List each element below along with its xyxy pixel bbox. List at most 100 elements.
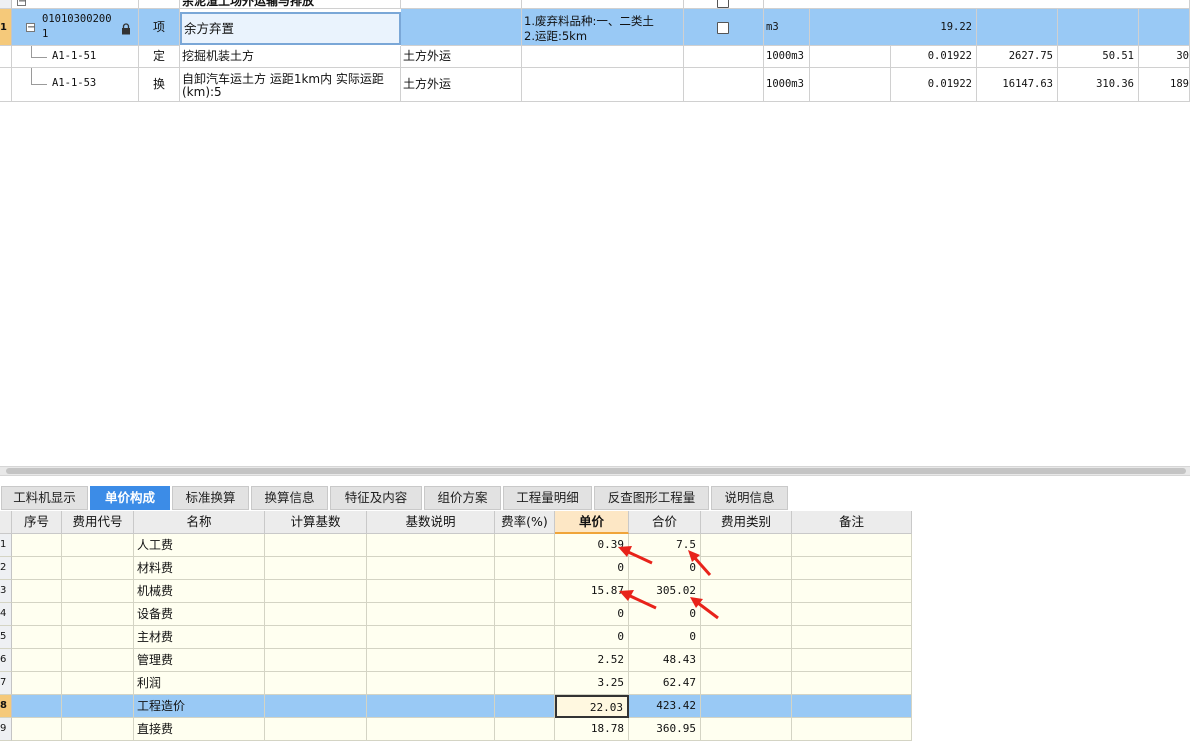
- calc-base-cell[interactable]: [265, 557, 367, 580]
- rate-cell[interactable]: [495, 695, 555, 718]
- fee-code-cell[interactable]: [62, 649, 134, 672]
- rate-cell[interactable]: [495, 603, 555, 626]
- row-header[interactable]: [0, 46, 12, 68]
- remark-cell[interactable]: [792, 718, 912, 741]
- bill-item-name[interactable]: 余泥渣土场外运输与排放: [180, 0, 401, 9]
- tab-conversion-info[interactable]: 换算信息: [251, 486, 328, 510]
- calc-base-cell[interactable]: [265, 672, 367, 695]
- fee-category-cell[interactable]: [701, 649, 792, 672]
- tab-pricing-scheme[interactable]: 组价方案: [424, 486, 501, 510]
- fee-code-cell[interactable]: [62, 695, 134, 718]
- total-price-cell[interactable]: 423.42: [629, 695, 701, 718]
- item-name-input[interactable]: 余方弃置: [180, 12, 401, 45]
- calc-base-cell[interactable]: [265, 603, 367, 626]
- total-price-cell[interactable]: 0: [629, 603, 701, 626]
- calc-base-cell[interactable]: [265, 718, 367, 741]
- total-price-cell[interactable]: 0: [629, 557, 701, 580]
- fee-category-cell[interactable]: [701, 603, 792, 626]
- base-desc-cell[interactable]: [367, 626, 495, 649]
- fee-code-cell[interactable]: [62, 534, 134, 557]
- item-quantity[interactable]: 19.22: [810, 9, 977, 46]
- fee-name[interactable]: 工程造价: [134, 695, 265, 718]
- tab-standard-conversion[interactable]: 标准换算: [172, 486, 249, 510]
- remark-cell[interactable]: [792, 603, 912, 626]
- tab-unit-price-composition[interactable]: 单价构成: [90, 486, 170, 510]
- row-number[interactable]: 1: [0, 534, 12, 557]
- collapse-toggle-icon[interactable]: −: [26, 23, 35, 33]
- fee-code-cell[interactable]: [62, 626, 134, 649]
- row-number[interactable]: 5: [0, 626, 12, 649]
- code-cell[interactable]: −: [12, 0, 139, 9]
- fee-code-cell[interactable]: [62, 718, 134, 741]
- unit-price-cell[interactable]: 3.25: [555, 672, 629, 695]
- quota-price[interactable]: 2627.75: [977, 46, 1058, 68]
- quota-total[interactable]: 310.36: [1058, 68, 1139, 102]
- row-number[interactable]: 6: [0, 649, 12, 672]
- rate-cell[interactable]: [495, 557, 555, 580]
- remark-cell[interactable]: [792, 695, 912, 718]
- scrollbar-thumb[interactable]: [6, 468, 1186, 474]
- item-checkbox[interactable]: [717, 22, 729, 34]
- seq-cell[interactable]: [12, 718, 62, 741]
- tab-quantity-detail[interactable]: 工程量明细: [503, 486, 592, 510]
- base-desc-cell[interactable]: [367, 649, 495, 672]
- item-features[interactable]: 1.废弃料品种:一、二类土 2.运距:5km: [522, 9, 684, 46]
- seq-cell[interactable]: [12, 672, 62, 695]
- fee-name[interactable]: 主材费: [134, 626, 265, 649]
- unit-price-cell[interactable]: 18.78: [555, 718, 629, 741]
- col-header-name[interactable]: 名称: [134, 511, 265, 534]
- rate-cell[interactable]: [495, 649, 555, 672]
- remark-cell[interactable]: [792, 649, 912, 672]
- quota-unit[interactable]: 1000m3: [764, 68, 810, 102]
- quota-extra[interactable]: 30: [1139, 46, 1190, 68]
- tab-labor-material-machine[interactable]: 工料机显示: [1, 486, 88, 510]
- unit-price-cell[interactable]: 15.87: [555, 580, 629, 603]
- quota-quantity[interactable]: 0.01922: [891, 46, 977, 68]
- fee-code-cell[interactable]: [62, 603, 134, 626]
- quota-name[interactable]: 自卸汽车运土方 运距1km内 实际运距 (km):5: [180, 68, 401, 102]
- col-header-total[interactable]: 合价: [629, 511, 701, 534]
- fee-category-cell[interactable]: [701, 626, 792, 649]
- remark-cell[interactable]: [792, 534, 912, 557]
- unit-price-cell[interactable]: 22.03: [555, 695, 629, 718]
- tab-features-content[interactable]: 特征及内容: [330, 486, 422, 510]
- bill-code-cell[interactable]: − 01010300200 1: [12, 9, 139, 46]
- calc-base-cell[interactable]: [265, 649, 367, 672]
- remark-cell[interactable]: [792, 672, 912, 695]
- unit-price-cell[interactable]: 0: [555, 557, 629, 580]
- fee-name[interactable]: 直接费: [134, 718, 265, 741]
- total-price-cell[interactable]: 62.47: [629, 672, 701, 695]
- base-desc-cell[interactable]: [367, 695, 495, 718]
- rate-cell[interactable]: [495, 718, 555, 741]
- quota-total[interactable]: 50.51: [1058, 46, 1139, 68]
- total-price-cell[interactable]: 360.95: [629, 718, 701, 741]
- quota-price[interactable]: 16147.63: [977, 68, 1058, 102]
- row-number[interactable]: 4: [0, 603, 12, 626]
- horizontal-scrollbar[interactable]: [0, 466, 1190, 476]
- item-type[interactable]: 换: [139, 68, 180, 102]
- fee-code-cell[interactable]: [62, 580, 134, 603]
- lock-checkbox[interactable]: [717, 0, 729, 8]
- calc-base-cell[interactable]: [265, 626, 367, 649]
- quota-unit[interactable]: 1000m3: [764, 46, 810, 68]
- calc-base-cell[interactable]: [265, 534, 367, 557]
- row-header[interactable]: 1: [0, 9, 12, 46]
- seq-cell[interactable]: [12, 626, 62, 649]
- col-header-remark[interactable]: 备注: [792, 511, 912, 534]
- seq-cell[interactable]: [12, 603, 62, 626]
- fee-category-cell[interactable]: [701, 557, 792, 580]
- unit-price-cell[interactable]: 0: [555, 603, 629, 626]
- rate-cell[interactable]: [495, 534, 555, 557]
- fee-name[interactable]: 利润: [134, 672, 265, 695]
- fee-code-cell[interactable]: [62, 557, 134, 580]
- seq-cell[interactable]: [12, 557, 62, 580]
- fee-category-cell[interactable]: [701, 672, 792, 695]
- fee-name[interactable]: 设备费: [134, 603, 265, 626]
- item-type[interactable]: 定: [139, 46, 180, 68]
- quota-name[interactable]: 挖掘机装土方: [180, 46, 401, 68]
- col-header-rate[interactable]: 费率(%): [495, 511, 555, 534]
- calc-base-cell[interactable]: [265, 580, 367, 603]
- base-desc-cell[interactable]: [367, 672, 495, 695]
- row-number[interactable]: 2: [0, 557, 12, 580]
- unit-price-cell[interactable]: 0.39: [555, 534, 629, 557]
